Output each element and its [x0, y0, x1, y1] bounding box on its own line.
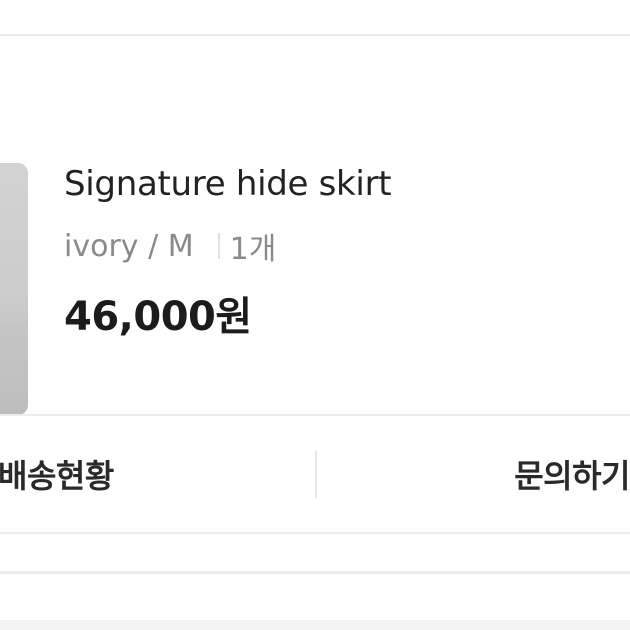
action-divider: [315, 450, 317, 498]
product-thumbnail[interactable]: [0, 163, 28, 415]
shipping-status-button[interactable]: 배송현황: [0, 416, 114, 532]
order-product-card[interactable]: Signature hide skirt ivory / M 1개 46,000…: [0, 36, 630, 415]
product-quantity: 1개: [229, 232, 277, 267]
product-price: 46,000원: [64, 294, 252, 340]
product-name[interactable]: Signature hide skirt: [64, 164, 392, 204]
product-option-row: ivory / M 1개: [64, 224, 276, 268]
order-action-bar: 배송현황 문의하기: [0, 416, 630, 532]
divider: [0, 532, 630, 534]
order-item-screen: Signature hide skirt ivory / M 1개 46,000…: [0, 0, 630, 630]
top-section: [0, 0, 630, 36]
bottom-section: [0, 620, 630, 630]
inquiry-button[interactable]: 문의하기: [514, 416, 630, 532]
product-option: ivory / M: [64, 228, 194, 264]
divider: [0, 571, 630, 574]
option-divider: [217, 233, 220, 259]
